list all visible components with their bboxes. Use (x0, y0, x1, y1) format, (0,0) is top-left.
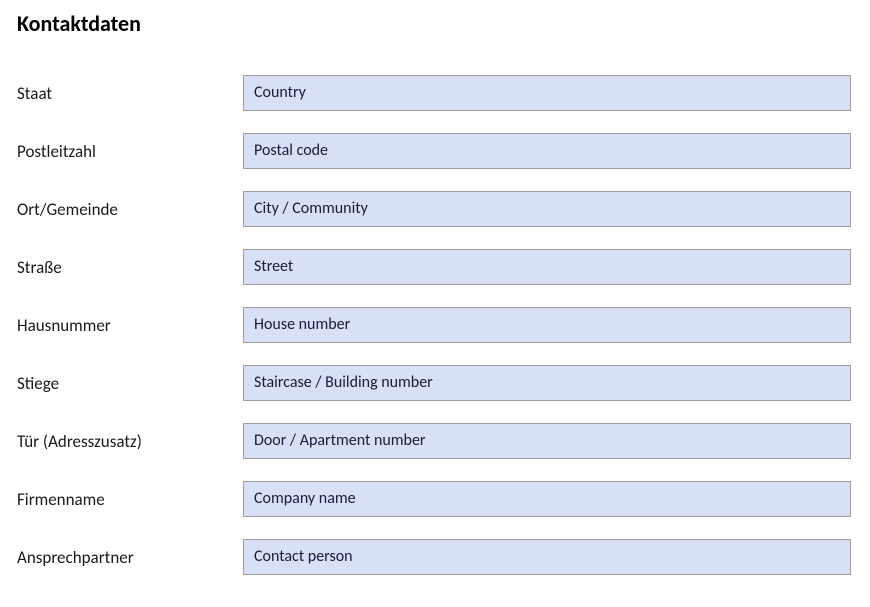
row-firmenname: Firmenname Company name (15, 481, 855, 517)
row-strasse: Straße Street (15, 249, 855, 285)
field-tuer[interactable]: Door / Apartment number (243, 423, 851, 459)
row-staat: Staat Country (15, 75, 855, 111)
label-tuer: Tür (Adresszusatz) (15, 431, 243, 452)
label-stiege: Stiege (15, 373, 243, 394)
row-ort-gemeinde: Ort/Gemeinde City / Community (15, 191, 855, 227)
row-tuer: Tür (Adresszusatz) Door / Apartment numb… (15, 423, 855, 459)
label-firmenname: Firmenname (15, 489, 243, 510)
label-hausnummer: Hausnummer (15, 315, 243, 336)
label-ansprechpartner: Ansprechpartner (15, 547, 243, 568)
field-ort-gemeinde[interactable]: City / Community (243, 191, 851, 227)
field-staat[interactable]: Country (243, 75, 851, 111)
row-ansprechpartner: Ansprechpartner Contact person (15, 539, 855, 575)
field-stiege[interactable]: Staircase / Building number (243, 365, 851, 401)
field-strasse[interactable]: Street (243, 249, 851, 285)
field-firmenname[interactable]: Company name (243, 481, 851, 517)
label-strasse: Straße (15, 257, 243, 278)
label-staat: Staat (15, 83, 243, 104)
field-postleitzahl[interactable]: Postal code (243, 133, 851, 169)
row-postleitzahl: Postleitzahl Postal code (15, 133, 855, 169)
page-title: Kontaktdaten (15, 10, 855, 37)
label-postleitzahl: Postleitzahl (15, 141, 243, 162)
field-ansprechpartner[interactable]: Contact person (243, 539, 851, 575)
row-hausnummer: Hausnummer House number (15, 307, 855, 343)
row-stiege: Stiege Staircase / Building number (15, 365, 855, 401)
field-hausnummer[interactable]: House number (243, 307, 851, 343)
label-ort-gemeinde: Ort/Gemeinde (15, 199, 243, 220)
